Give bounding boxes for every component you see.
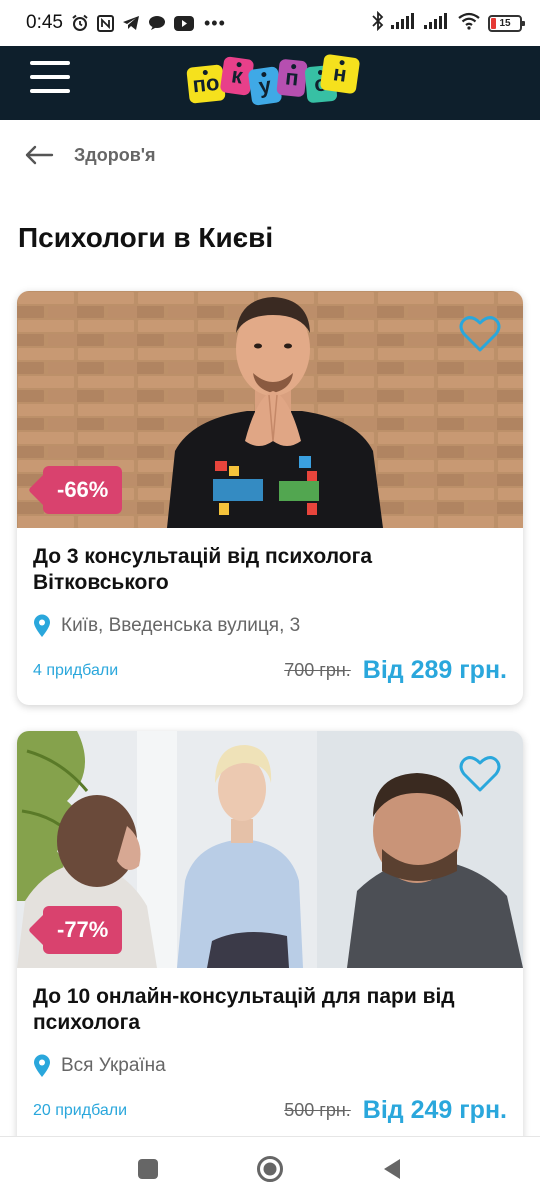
breadcrumb-category[interactable]: Здоров'я [74,145,156,166]
location-text: Вся Україна [61,1055,166,1076]
deal-image[interactable]: -66% [17,291,523,528]
logo-letter-tag: п [276,58,308,98]
youtube-icon [173,15,194,31]
deal-location: Київ, Введенська вулиця, 3 [33,614,507,638]
back-button[interactable] [380,1157,404,1181]
signal-icon-2 [424,12,450,35]
deal-card[interactable]: -77% До 10 онлайн-консультацій для пари … [17,731,523,1151]
battery-level: 15 [499,17,511,29]
status-time: 0:45 [26,12,63,33]
discount-badge: -77% [43,906,123,954]
more-notifications-icon: ••• [203,12,226,33]
location-text: Київ, Введенська вулиця, 3 [61,615,301,636]
deal-card[interactable]: -66% До 3 консультацій від психолога Віт… [17,291,523,705]
back-arrow-icon[interactable] [24,143,54,167]
wifi-icon [457,12,481,35]
nfc-icon [96,14,114,32]
deal-title[interactable]: До 3 консультацій від психолога Вітковсь… [33,544,507,596]
location-pin-icon [34,1054,50,1077]
alarm-icon [71,14,89,32]
system-navigation-bar [0,1136,540,1200]
signal-icon [391,12,417,35]
discount-badge: -66% [43,466,123,514]
recent-apps-button[interactable] [136,1157,160,1181]
battery-icon: 15 [488,14,525,32]
menu-line [30,89,70,93]
hamburger-menu-button[interactable] [30,61,70,93]
telegram-icon [122,15,140,31]
chat-icon [148,15,166,31]
favorite-heart-icon[interactable] [459,755,501,793]
discount-label: -66% [57,477,109,502]
deal-image[interactable]: -77% [17,731,523,968]
discount-label: -77% [57,917,109,942]
status-bar: 0:45 ••• 15 [0,0,540,46]
location-pin-icon [34,614,50,637]
menu-line [30,75,70,79]
deal-title[interactable]: До 10 онлайн-консультацій для пари від п… [33,984,507,1036]
bought-count: 20 придбали [33,1101,128,1119]
bought-count: 4 придбали [33,661,119,679]
bluetooth-icon [372,10,384,36]
logo-letter-tag: н [319,53,361,95]
home-button[interactable] [256,1155,284,1183]
breadcrumb: Здоров'я [24,140,156,170]
app-header: покупон [0,46,540,120]
old-price: 500 грн. [284,1100,351,1120]
deal-location: Вся Україна [33,1054,507,1078]
pokupon-logo[interactable]: покупон [186,52,361,108]
menu-line [30,61,70,65]
page-title: Психологи в Києві [18,222,274,253]
new-price[interactable]: Від 289 грн. [363,656,507,685]
old-price: 700 грн. [284,660,351,680]
favorite-heart-icon[interactable] [459,315,501,353]
new-price[interactable]: Від 249 грн. [363,1096,507,1125]
